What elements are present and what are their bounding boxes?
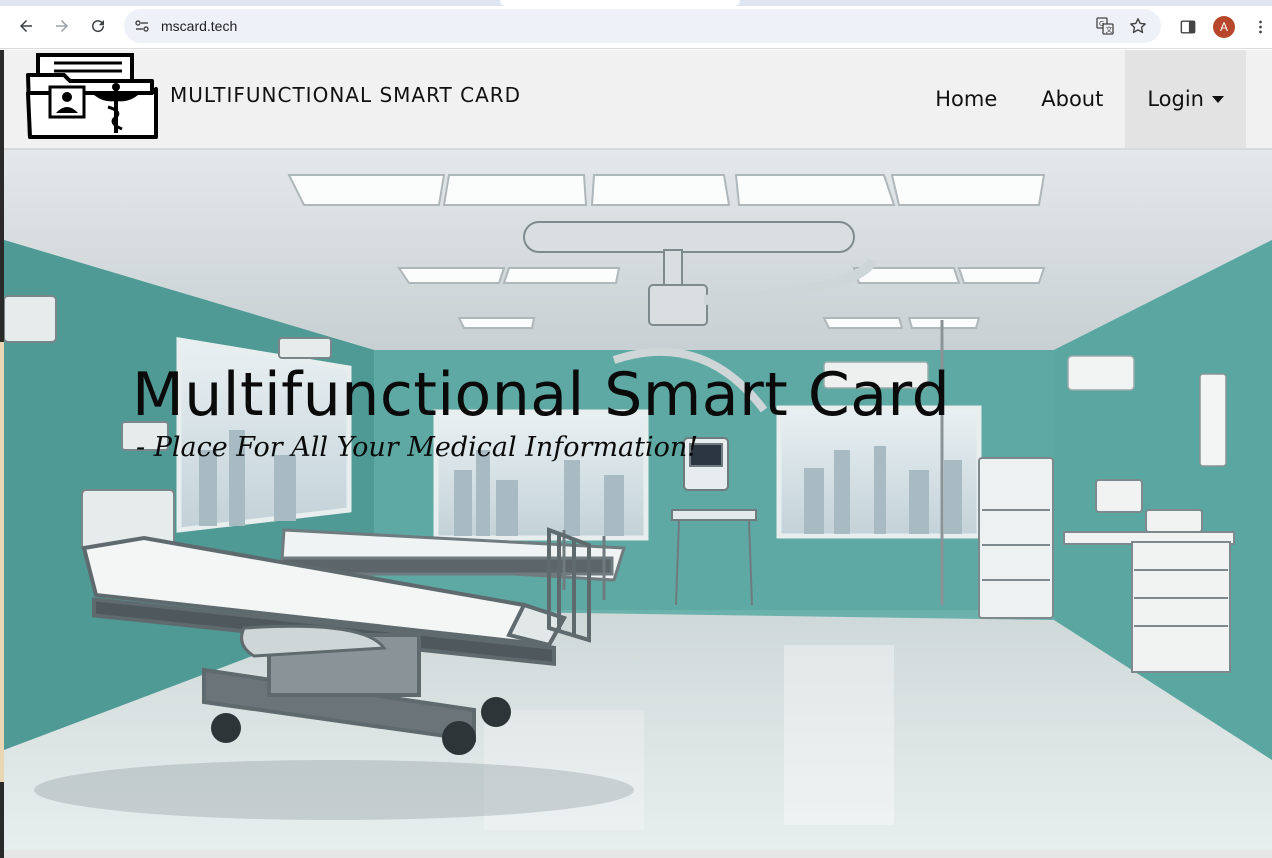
browser-chrome: mscard.tech G 文 A: [0, 0, 1272, 50]
svg-text:文: 文: [1106, 25, 1113, 34]
site-settings-icon[interactable]: [134, 18, 150, 34]
web-page: MULTIFUNCTIONAL SMART CARD Home About Lo…: [4, 50, 1272, 858]
more-vert-icon[interactable]: [1249, 16, 1271, 38]
nav-login-label: Login: [1147, 87, 1204, 111]
nav-home[interactable]: Home: [913, 50, 1019, 148]
hospital-room-illustration: [4, 150, 1272, 850]
back-arrow-icon[interactable]: [12, 12, 40, 40]
site-header: MULTIFUNCTIONAL SMART CARD Home About Lo…: [4, 50, 1272, 150]
hero-subtitle: - Place For All Your Medical Information…: [136, 432, 699, 463]
browser-toolbar: mscard.tech G 文 A: [0, 6, 1272, 46]
reload-icon[interactable]: [84, 12, 112, 40]
hero-title: Multifunctional Smart Card: [132, 360, 951, 430]
chrome-divider: [0, 48, 1272, 49]
nav-login-dropdown[interactable]: Login: [1125, 50, 1246, 148]
bookmark-star-icon[interactable]: [1129, 17, 1147, 35]
hero-banner: Multifunctional Smart Card - Place For A…: [4, 150, 1272, 850]
smart-card-logo-icon[interactable]: [24, 53, 160, 141]
translate-icon[interactable]: G 文: [1096, 17, 1114, 35]
side-panel-icon[interactable]: [1177, 16, 1199, 38]
brand-title[interactable]: MULTIFUNCTIONAL SMART CARD: [170, 83, 521, 107]
address-bar[interactable]: mscard.tech G 文: [124, 9, 1161, 43]
caret-down-icon: [1212, 95, 1224, 103]
main-nav: Home About Login: [913, 50, 1246, 148]
url-text[interactable]: mscard.tech: [161, 18, 237, 34]
forward-arrow-icon[interactable]: [48, 12, 76, 40]
page-bottom-edge: [4, 850, 1272, 858]
nav-about[interactable]: About: [1019, 50, 1125, 148]
svg-text:G: G: [1099, 20, 1104, 28]
profile-avatar[interactable]: A: [1213, 16, 1235, 38]
